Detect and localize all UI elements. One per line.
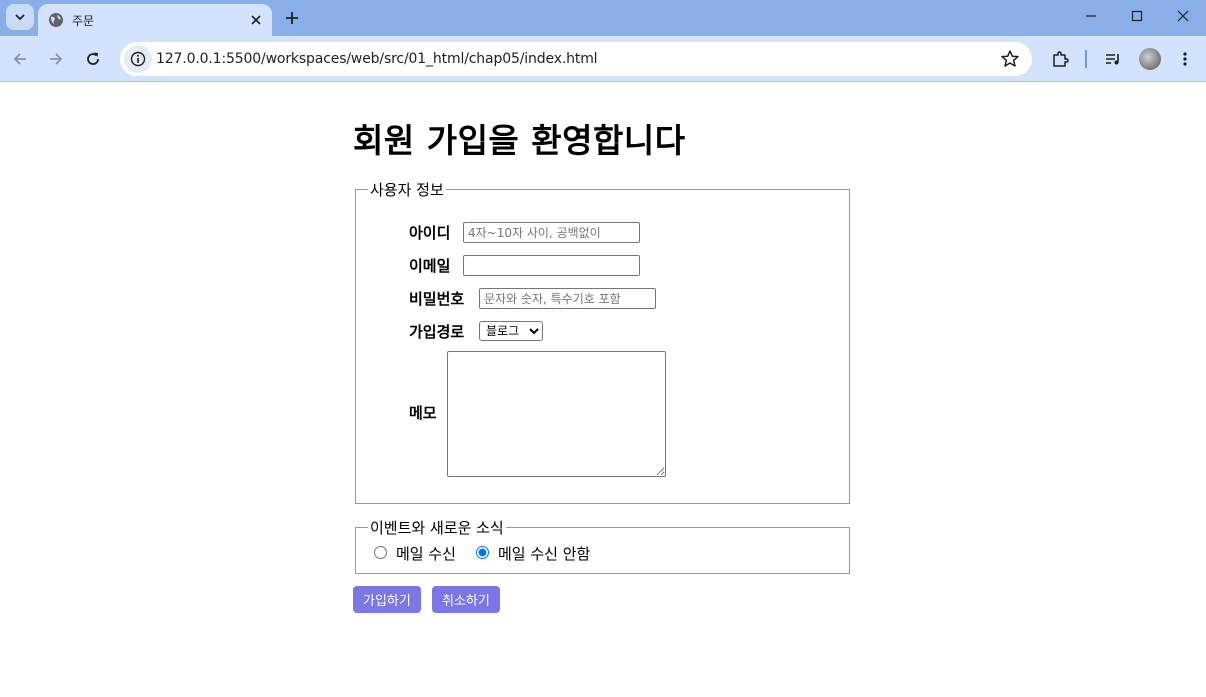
mail-receive-label: 메일 수신 <box>396 545 456 563</box>
browser-tab[interactable]: 주문 <box>38 4 272 36</box>
events-legend: 이벤트와 새로운 소식 <box>370 519 504 537</box>
forward-button[interactable] <box>42 45 70 73</box>
user-info-legend: 사용자 정보 <box>370 181 444 199</box>
cancel-button[interactable]: 취소하기 <box>432 586 500 613</box>
more-vertical-icon <box>1183 52 1187 66</box>
email-input[interactable] <box>463 255 640 276</box>
minimize-button[interactable] <box>1068 0 1114 32</box>
password-input[interactable] <box>479 288 656 309</box>
signup-path-label: 가입경로 <box>409 323 465 341</box>
memo-textarea[interactable] <box>447 351 666 477</box>
close-icon <box>1177 10 1189 22</box>
submit-button[interactable]: 가입하기 <box>353 586 421 613</box>
info-icon <box>130 51 146 67</box>
toolbar-divider <box>1085 50 1087 68</box>
media-controls-button[interactable] <box>1099 45 1127 73</box>
new-tab-button[interactable] <box>280 6 304 30</box>
arrow-left-icon <box>13 53 26 65</box>
tab-search-button[interactable] <box>6 4 34 30</box>
back-button[interactable] <box>6 45 34 73</box>
mail-receive-radio[interactable] <box>374 546 387 559</box>
bookmark-star-icon[interactable] <box>1000 49 1020 69</box>
page-title: 회원 가입을 환영합니다 <box>353 121 686 160</box>
mail-decline-label: 메일 수신 안함 <box>498 545 591 563</box>
chevron-down-icon <box>15 14 25 21</box>
address-bar[interactable]: 127.0.0.1:5500/workspaces/web/src/01_htm… <box>120 42 1032 76</box>
site-info-button[interactable] <box>124 45 152 73</box>
mail-decline-radio[interactable] <box>476 546 489 559</box>
close-tab-button[interactable] <box>246 10 266 30</box>
arrow-right-icon <box>50 53 63 65</box>
id-input[interactable] <box>463 222 640 243</box>
close-window-button[interactable] <box>1160 0 1206 32</box>
reload-icon <box>87 52 99 65</box>
tab-strip: 주문 <box>0 0 1206 36</box>
password-label: 비밀번호 <box>409 290 465 308</box>
signup-path-select[interactable]: 블로그 <box>479 321 543 341</box>
playlist-icon <box>1106 54 1119 65</box>
email-label: 이메일 <box>409 257 451 275</box>
globe-icon <box>49 13 63 27</box>
tab-title: 주문 <box>72 13 95 28</box>
extensions-button[interactable] <box>1046 45 1074 73</box>
minimize-icon <box>1086 15 1096 17</box>
browser-menu-button[interactable] <box>1171 45 1199 73</box>
page-content: 회원 가입을 환영합니다 사용자 정보 아이디 이메일 비밀번호 가입경로 블로… <box>0 83 1206 697</box>
url-text: 127.0.0.1:5500/workspaces/web/src/01_htm… <box>156 51 598 67</box>
id-label: 아이디 <box>409 224 451 242</box>
reload-button[interactable] <box>79 45 107 73</box>
memo-label: 메모 <box>409 404 437 422</box>
puzzle-icon <box>1053 51 1069 67</box>
plus-icon <box>286 12 298 24</box>
profile-avatar[interactable] <box>1139 48 1161 70</box>
maximize-button[interactable] <box>1114 0 1160 32</box>
close-icon <box>251 15 261 25</box>
browser-toolbar: 127.0.0.1:5500/workspaces/web/src/01_htm… <box>0 36 1206 82</box>
maximize-icon <box>1131 10 1143 22</box>
